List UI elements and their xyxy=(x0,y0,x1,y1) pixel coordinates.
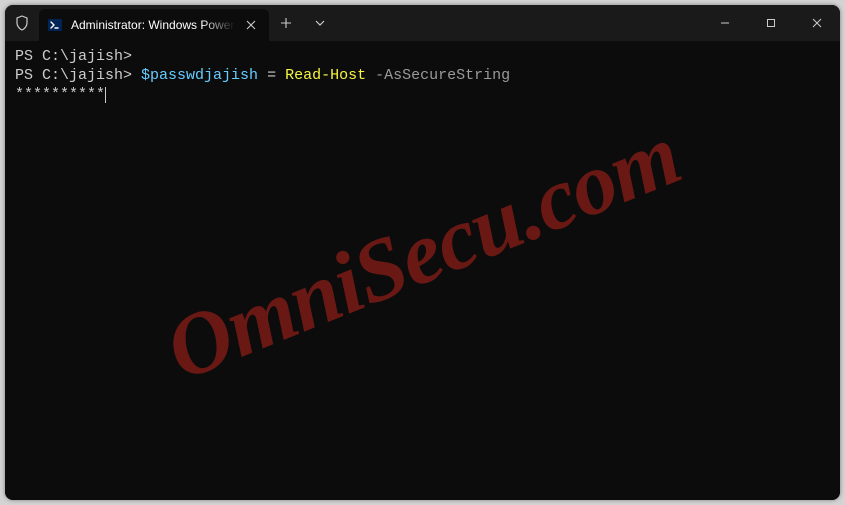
powershell-icon xyxy=(47,17,63,33)
tab-close-button[interactable] xyxy=(243,17,259,33)
ps-cmdlet: Read-Host xyxy=(285,67,366,84)
minimize-button[interactable] xyxy=(702,5,748,41)
terminal-body[interactable]: PS C:\jajish> PS C:\jajish> $passwdjajis… xyxy=(5,41,840,500)
shield-icon xyxy=(5,15,39,31)
new-tab-button[interactable] xyxy=(269,17,303,29)
cursor xyxy=(105,87,106,103)
tab-title: Administrator: Windows PowerShell xyxy=(71,18,235,32)
prompt-line-2: PS C:\jajish> xyxy=(15,67,141,84)
tab-dropdown-button[interactable] xyxy=(303,18,337,28)
ps-parameter: -AsSecureString xyxy=(366,67,510,84)
title-bar: Administrator: Windows PowerShell xyxy=(5,5,840,41)
terminal-window: Administrator: Windows PowerShell xyxy=(5,5,840,500)
close-button[interactable] xyxy=(794,5,840,41)
password-mask: ********** xyxy=(15,86,105,103)
prompt-line-1: PS C:\jajish> xyxy=(15,48,132,65)
maximize-button[interactable] xyxy=(748,5,794,41)
tab-active[interactable]: Administrator: Windows PowerShell xyxy=(39,9,269,41)
window-controls xyxy=(702,5,840,41)
ps-variable: $passwdjajish xyxy=(141,67,258,84)
ps-equals: = xyxy=(258,67,285,84)
title-bar-left: Administrator: Windows PowerShell xyxy=(5,5,702,41)
